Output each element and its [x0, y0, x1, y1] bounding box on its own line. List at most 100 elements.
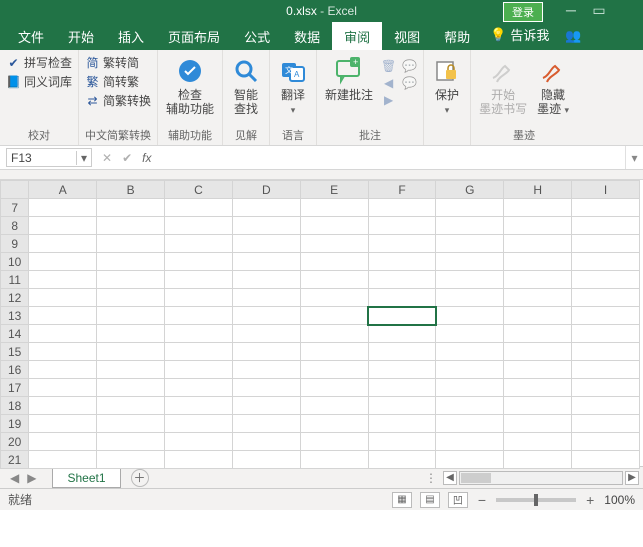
show-comment-button[interactable]: 💬 — [402, 58, 417, 73]
cell[interactable] — [97, 361, 165, 379]
cell[interactable] — [504, 289, 572, 307]
column-header[interactable]: C — [165, 181, 233, 199]
cell[interactable] — [436, 325, 504, 343]
cell[interactable] — [572, 253, 640, 271]
login-button[interactable]: 登录 — [503, 2, 543, 22]
cell[interactable] — [165, 235, 233, 253]
cell[interactable] — [368, 415, 436, 433]
cell[interactable] — [504, 343, 572, 361]
thesaurus-button[interactable]: 📘 同义词库 — [6, 73, 72, 90]
row-header[interactable]: 17 — [1, 379, 29, 397]
show-all-button[interactable]: 💬 — [402, 75, 417, 90]
cell[interactable] — [29, 199, 97, 217]
cell[interactable] — [97, 271, 165, 289]
cell[interactable] — [165, 199, 233, 217]
cell[interactable] — [436, 451, 504, 469]
cell[interactable] — [300, 361, 368, 379]
cell[interactable] — [29, 235, 97, 253]
horizontal-scrollbar[interactable]: ◀ ▶ — [443, 471, 643, 485]
cell[interactable] — [436, 235, 504, 253]
column-header[interactable]: I — [572, 181, 640, 199]
cell[interactable] — [572, 415, 640, 433]
cell[interactable] — [165, 361, 233, 379]
start-ink-button[interactable]: 开始墨迹书写 — [477, 54, 529, 116]
row-header[interactable]: 14 — [1, 325, 29, 343]
expand-formula-bar[interactable]: ▾ — [625, 146, 643, 169]
cell[interactable] — [436, 271, 504, 289]
tab-data[interactable]: 数据 — [282, 22, 332, 50]
zoom-out-button[interactable]: − — [476, 492, 488, 508]
normal-view-button[interactable]: ▦ — [392, 492, 412, 508]
cell[interactable] — [232, 415, 300, 433]
cell[interactable] — [29, 361, 97, 379]
cell[interactable] — [504, 271, 572, 289]
next-comment-button[interactable]: ▶ — [381, 92, 396, 107]
cell[interactable] — [300, 253, 368, 271]
cell[interactable] — [232, 379, 300, 397]
cell[interactable] — [29, 307, 97, 325]
cell[interactable] — [29, 415, 97, 433]
tab-file[interactable]: 文件 — [6, 22, 56, 50]
cancel-formula-icon[interactable]: ✕ — [102, 151, 112, 165]
cell[interactable] — [300, 325, 368, 343]
name-box[interactable]: F13 ▾ — [6, 148, 92, 167]
scroll-track[interactable] — [459, 471, 623, 485]
cell[interactable] — [97, 199, 165, 217]
cell[interactable] — [300, 451, 368, 469]
cell[interactable] — [436, 397, 504, 415]
cell[interactable] — [29, 217, 97, 235]
page-break-view-button[interactable]: 凹 — [448, 492, 468, 508]
cell[interactable] — [29, 379, 97, 397]
cell[interactable] — [368, 451, 436, 469]
chevron-down-icon[interactable]: ▾ — [76, 151, 87, 165]
cell[interactable] — [97, 289, 165, 307]
cell[interactable] — [572, 289, 640, 307]
tab-view[interactable]: 视图 — [382, 22, 432, 50]
cell[interactable] — [29, 271, 97, 289]
cell[interactable] — [368, 325, 436, 343]
new-comment-button[interactable]: + 新建批注 — [323, 54, 375, 102]
cell[interactable] — [504, 379, 572, 397]
scroll-right-button[interactable]: ▶ — [625, 471, 639, 485]
cell[interactable] — [232, 253, 300, 271]
cell[interactable] — [300, 307, 368, 325]
cell[interactable] — [436, 379, 504, 397]
minimize-button[interactable]: ─ — [557, 2, 585, 18]
protect-button[interactable]: 保护▾ — [430, 54, 464, 117]
hide-ink-button[interactable]: 隐藏墨迹 ▾ — [535, 54, 571, 117]
cell[interactable] — [368, 271, 436, 289]
tab-split-handle[interactable]: ⋮ — [425, 471, 443, 485]
cell[interactable] — [572, 379, 640, 397]
cell[interactable] — [232, 433, 300, 451]
cell[interactable] — [165, 379, 233, 397]
cell[interactable] — [97, 217, 165, 235]
cell[interactable] — [504, 397, 572, 415]
cell[interactable] — [504, 415, 572, 433]
cell[interactable] — [165, 397, 233, 415]
cell[interactable] — [232, 397, 300, 415]
spelling-button[interactable]: ✔ 拼写检查 — [6, 54, 72, 71]
row-header[interactable]: 7 — [1, 199, 29, 217]
cell[interactable] — [165, 289, 233, 307]
cell[interactable] — [368, 361, 436, 379]
tab-home[interactable]: 开始 — [56, 22, 106, 50]
cell[interactable] — [368, 217, 436, 235]
sheet-nav-prev[interactable]: ◀ — [10, 471, 19, 485]
cell[interactable] — [436, 289, 504, 307]
cell[interactable] — [232, 235, 300, 253]
cell[interactable] — [232, 217, 300, 235]
tab-help[interactable]: 帮助 — [432, 22, 482, 50]
cell[interactable] — [165, 451, 233, 469]
cell[interactable] — [300, 271, 368, 289]
cell[interactable] — [300, 415, 368, 433]
cell[interactable] — [572, 325, 640, 343]
column-header[interactable]: E — [300, 181, 368, 199]
accept-formula-icon[interactable]: ✔ — [122, 151, 132, 165]
cell[interactable] — [232, 271, 300, 289]
cell[interactable] — [368, 199, 436, 217]
cell[interactable] — [97, 451, 165, 469]
cell[interactable] — [572, 343, 640, 361]
cell[interactable] — [232, 451, 300, 469]
cell[interactable] — [436, 217, 504, 235]
accessibility-button[interactable]: 检查辅助功能 — [164, 54, 216, 116]
